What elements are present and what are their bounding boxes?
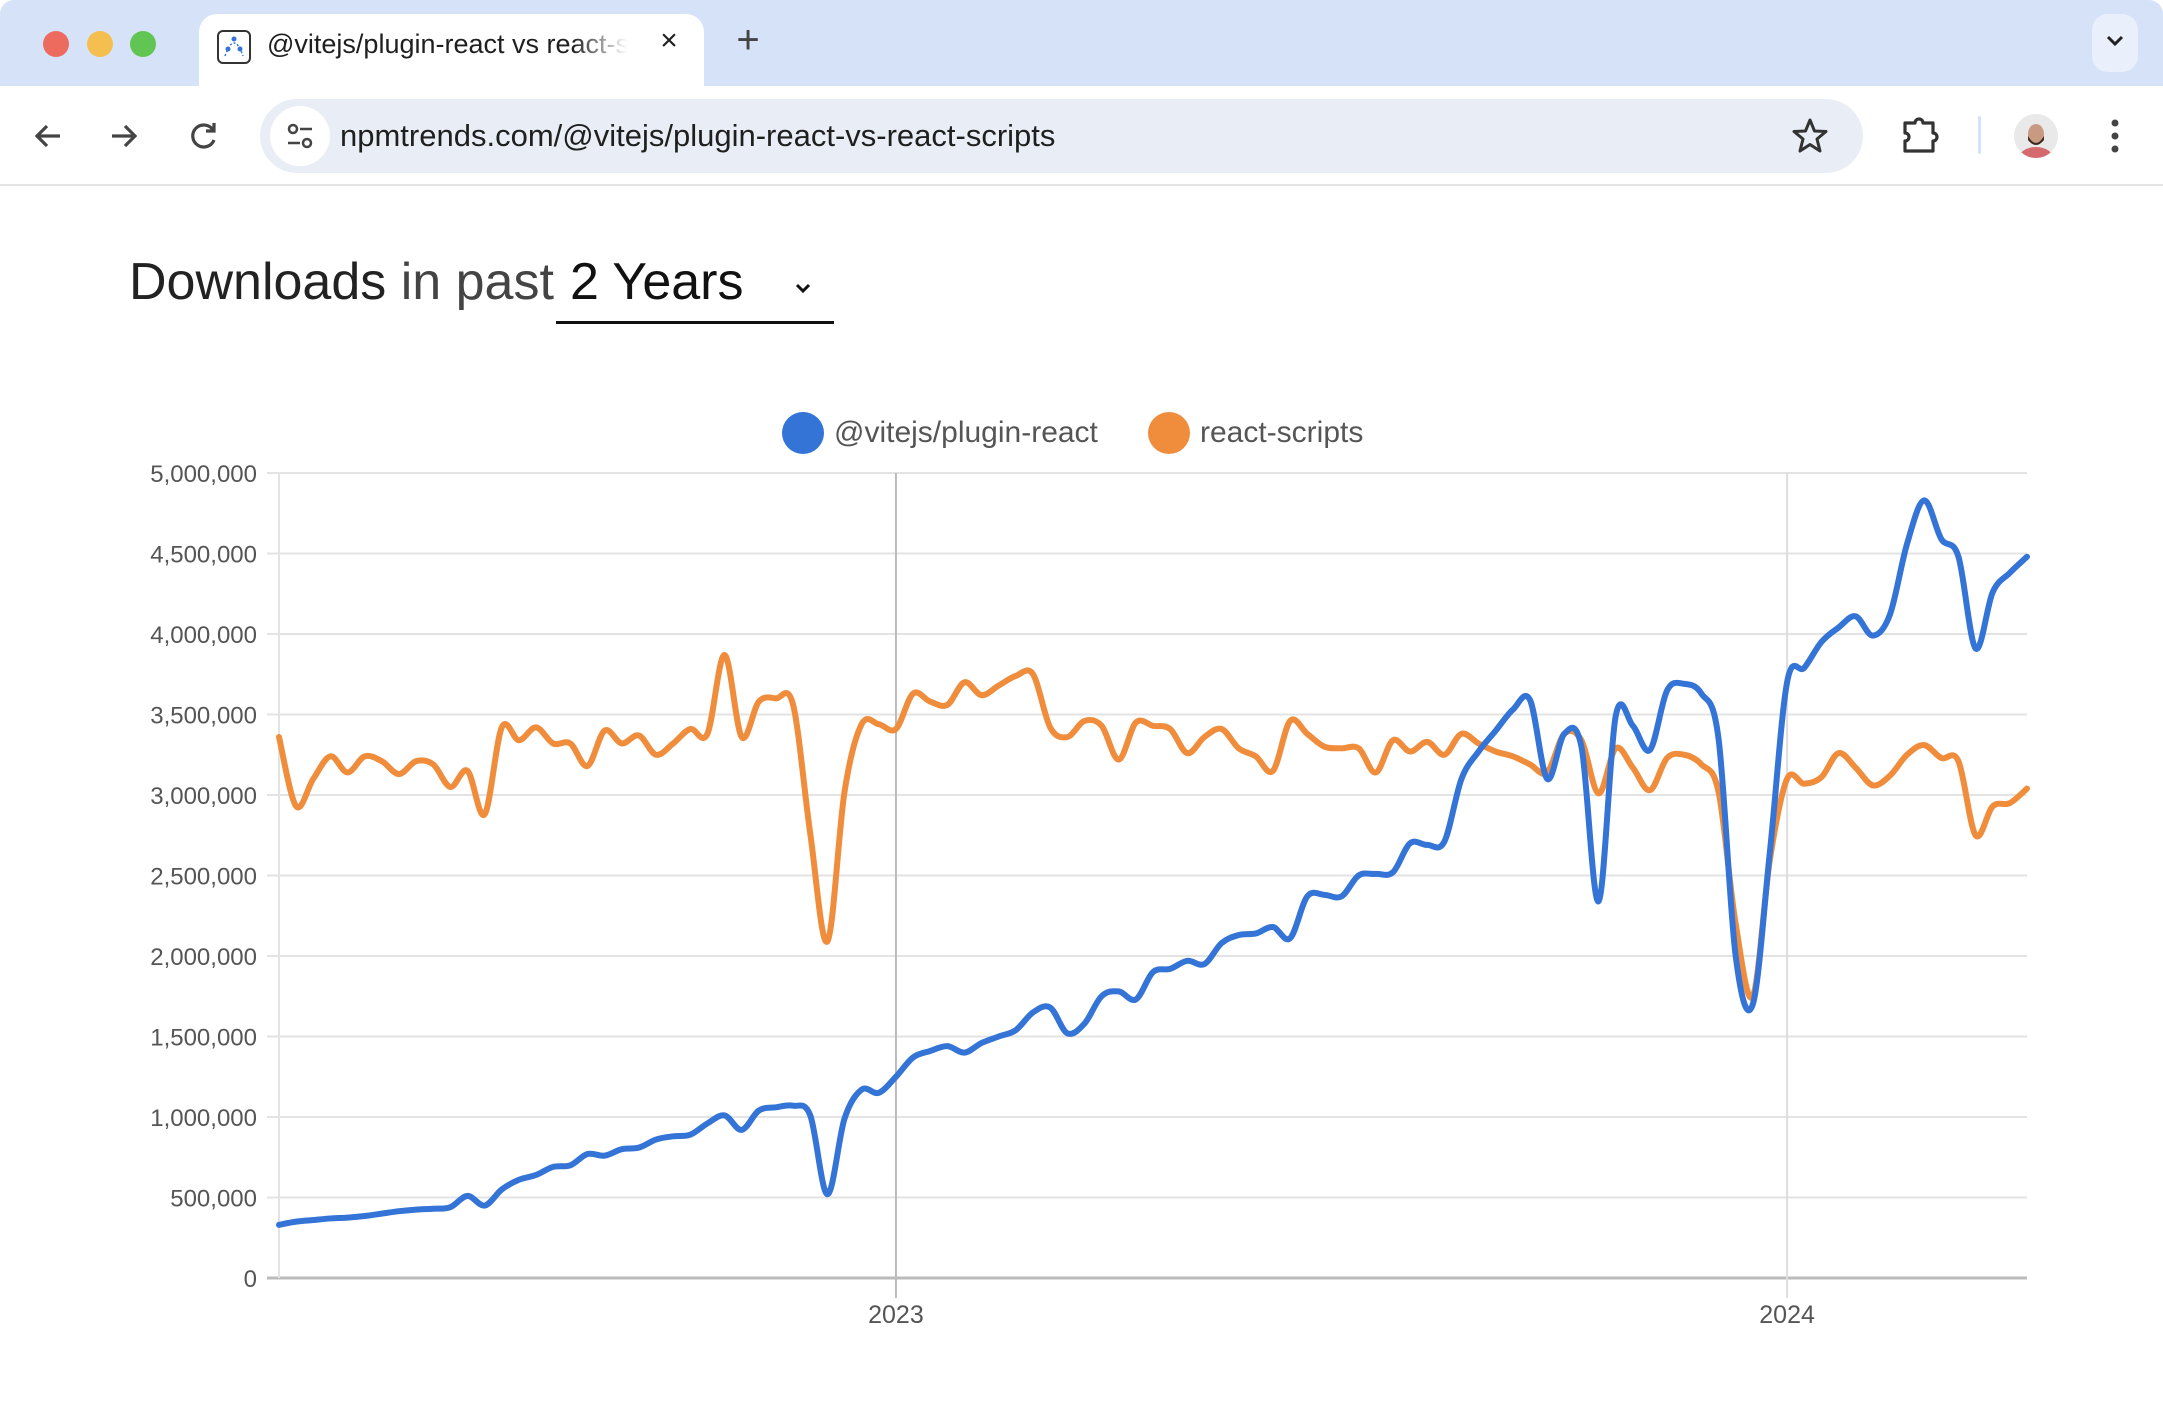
x-axis: 2023 2024 — [868, 1301, 1815, 1329]
x-tick-label: 2023 — [868, 1301, 924, 1329]
y-tick-label: 5,000,000 — [150, 461, 257, 488]
y-axis: 0 500,000 1,000,000 1,500,000 2,000,000 2,500… — [150, 461, 257, 1293]
downloads-chart: 0 500,000 1,000,000 1,500,000 2,000,000 2,500… — [150, 461, 2030, 1329]
y-tick-label: 2,000,000 — [150, 944, 257, 971]
y-tick-label: 2,500,000 — [150, 864, 257, 891]
y-tick-label: 0 — [244, 1266, 257, 1293]
y-tick-label: 4,000,000 — [150, 622, 257, 649]
y-tick-label: 1,500,000 — [150, 1025, 257, 1052]
y-tick-label: 500,000 — [170, 1186, 257, 1213]
y-tick-label: 4,500,000 — [150, 542, 257, 569]
series-line-react-scripts — [276, 651, 2030, 1001]
y-tick-label: 3,500,000 — [150, 703, 257, 730]
y-tick-label: 3,000,000 — [150, 783, 257, 810]
y-tick-label: 1,000,000 — [150, 1105, 257, 1132]
browser-window: @vitejs/plugin-react vs react-scripts × … — [0, 0, 2163, 1404]
x-tick-label: 2024 — [1759, 1301, 1815, 1329]
